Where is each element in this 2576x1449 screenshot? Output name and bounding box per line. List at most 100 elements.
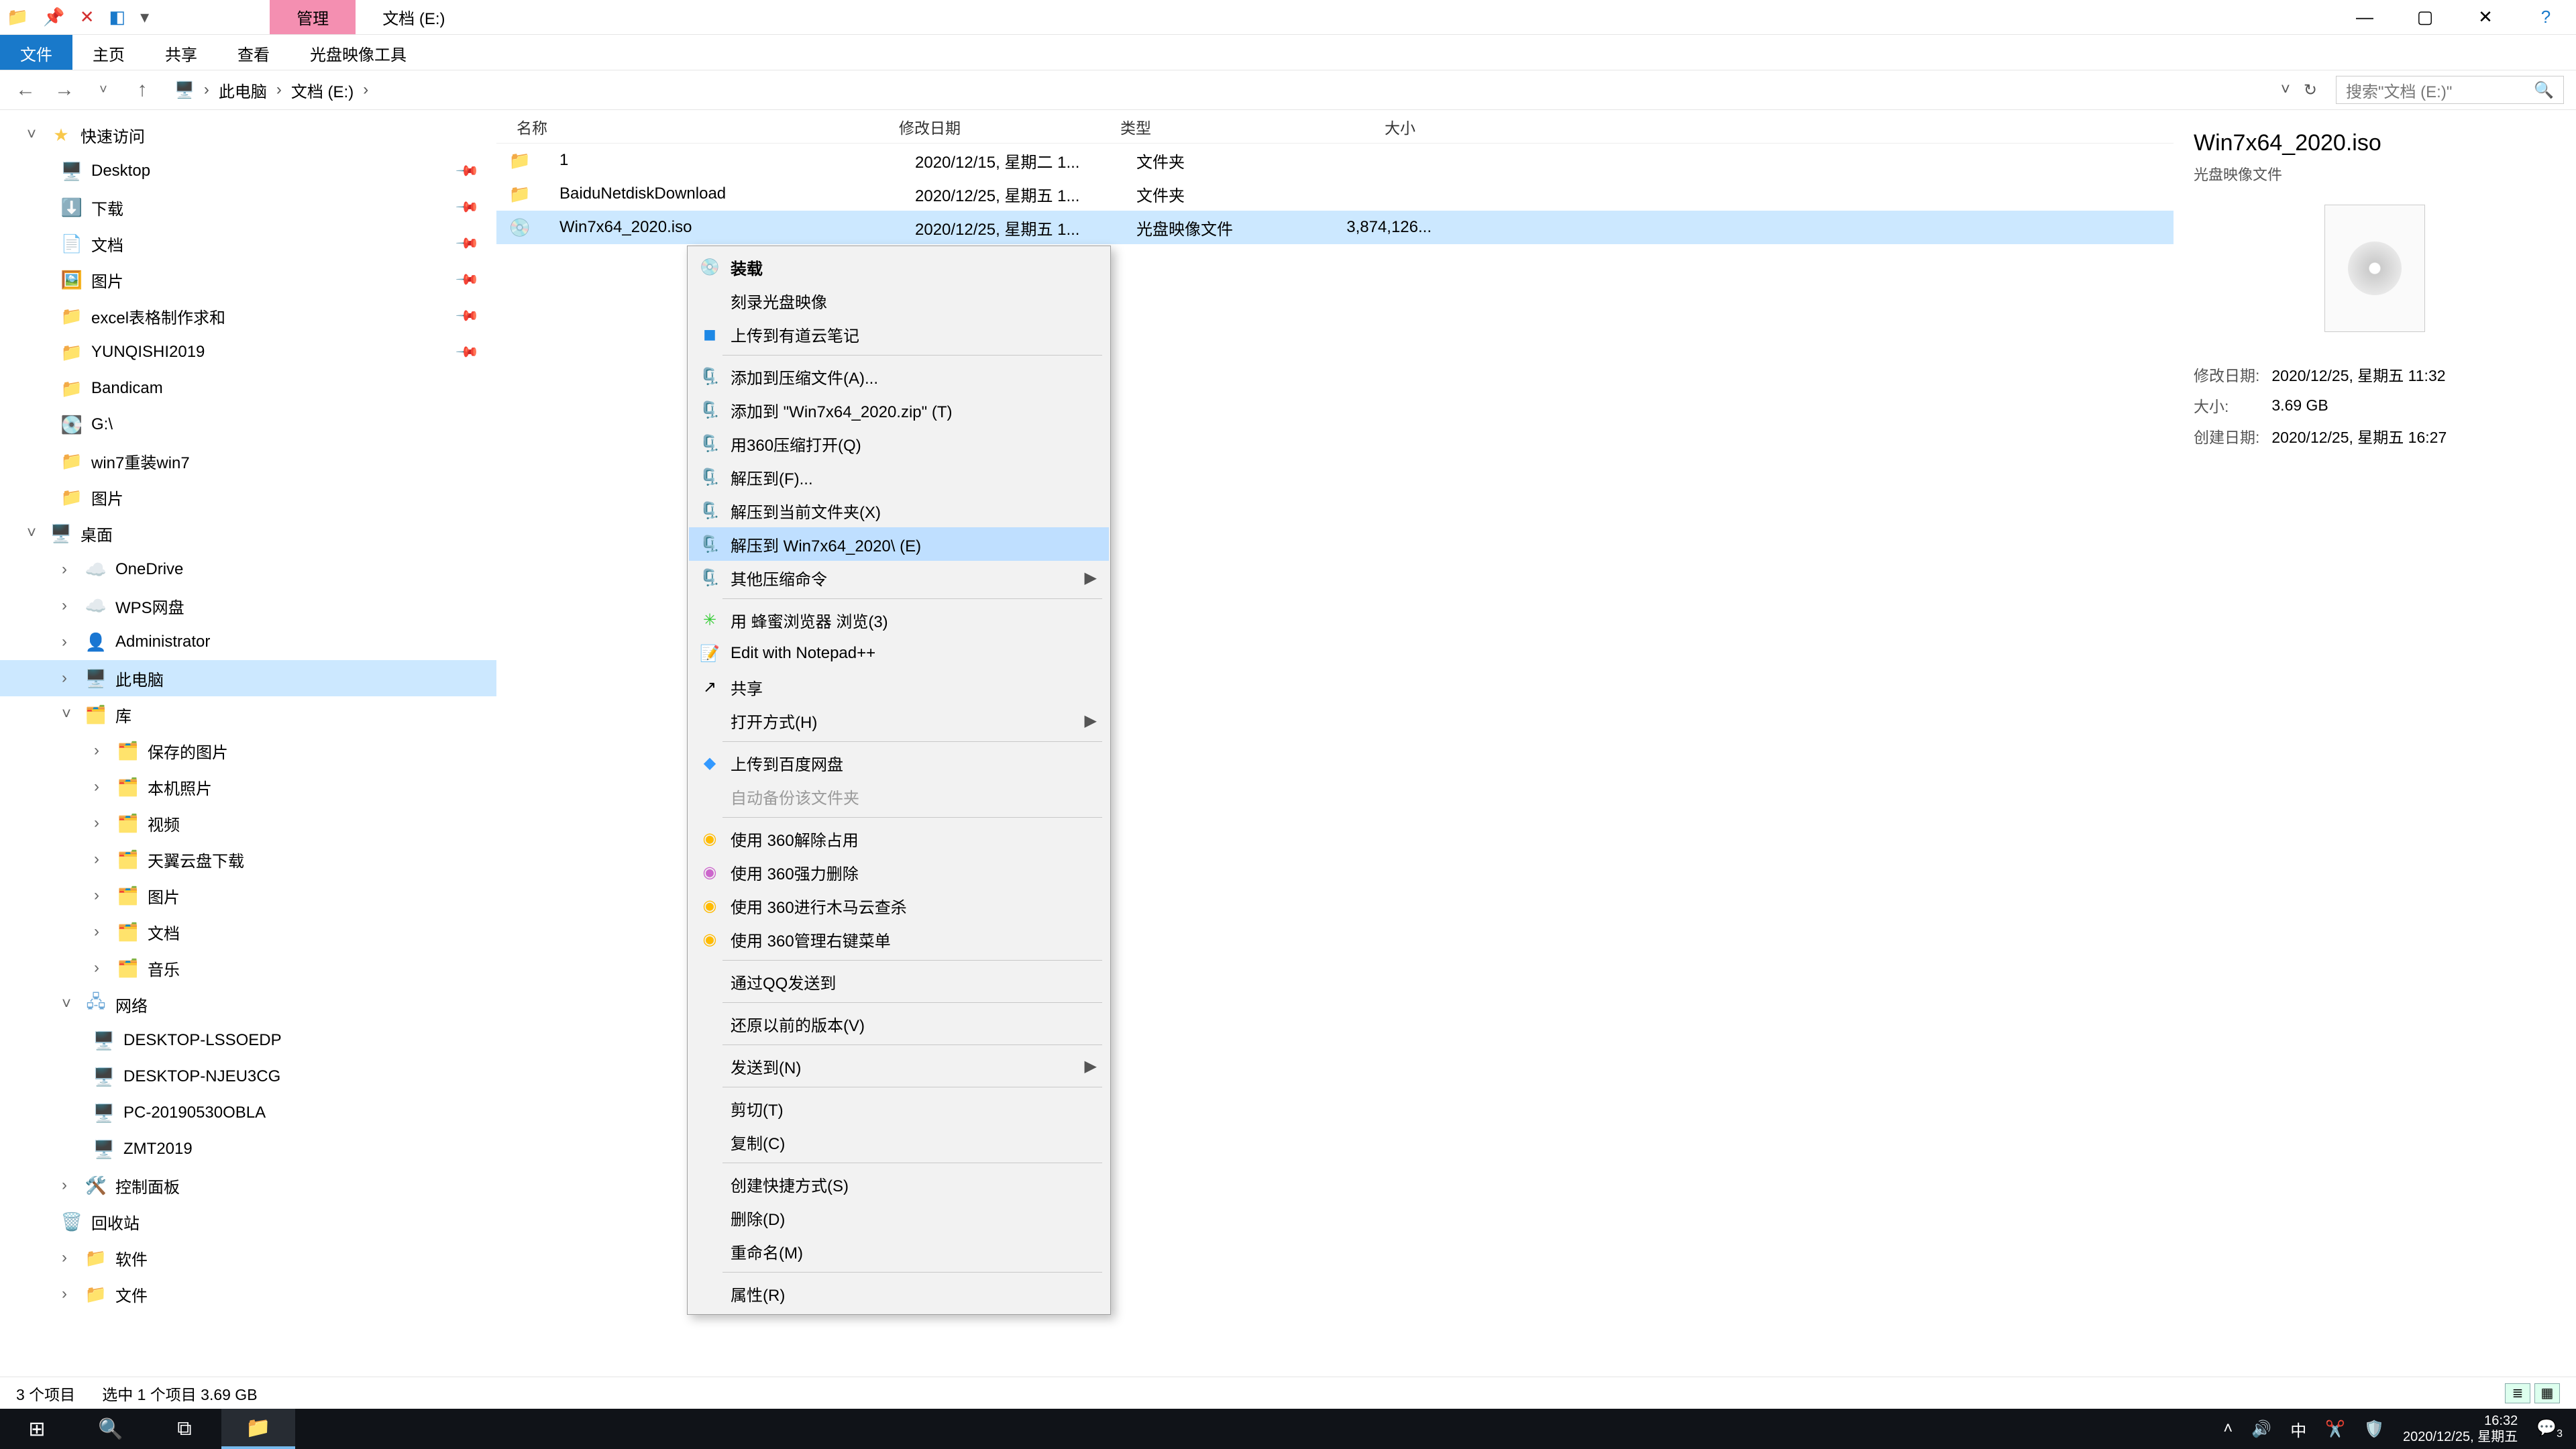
view-details-button[interactable]: ≣ <box>2505 1383 2530 1403</box>
cm-properties[interactable]: 属性(R) <box>689 1277 1109 1310</box>
tree-net-pc4[interactable]: 🖥️ZMT2019 <box>0 1131 496 1167</box>
tree-tianyi[interactable]: ›🗂️天翼云盘下载 <box>0 841 496 877</box>
tree-g-drive[interactable]: 💽G:\ <box>0 407 496 443</box>
tray-ime-indicator[interactable]: 中 <box>2290 1417 2306 1441</box>
qat-properties-icon[interactable]: ◧ <box>109 7 126 28</box>
file-row[interactable]: 📁 1 2020/12/15, 星期二 1... 文件夹 <box>496 144 2174 177</box>
breadcrumb[interactable]: 🖥️ › 此电脑 › 文档 (E:) › <box>168 78 2269 102</box>
col-header-name[interactable]: 名称 <box>496 115 899 138</box>
tree-libraries[interactable]: ˅🗂️库 <box>0 696 496 733</box>
cm-delete[interactable]: 删除(D) <box>689 1201 1109 1234</box>
tree-local-pictures[interactable]: ›🗂️本机照片 <box>0 769 496 805</box>
tree-wps[interactable]: ›☁️WPS网盘 <box>0 588 496 624</box>
tree-administrator[interactable]: ›👤Administrator <box>0 624 496 660</box>
close-button[interactable]: ✕ <box>2455 0 2516 34</box>
file-row[interactable]: 📁 BaiduNetdiskDownload 2020/12/25, 星期五 1… <box>496 177 2174 211</box>
col-header-date[interactable]: 修改日期 <box>899 115 1120 138</box>
tree-documents-lib[interactable]: ›🗂️文档 <box>0 914 496 950</box>
cm-add-archive[interactable]: 🗜️添加到压缩文件(A)... <box>689 360 1109 393</box>
cm-extract-to[interactable]: 🗜️解压到(F)... <box>689 460 1109 494</box>
tree-excel-folder[interactable]: 📁excel表格制作求和📌 <box>0 298 496 334</box>
tree-videos-lib[interactable]: ›🗂️视频 <box>0 805 496 841</box>
tree-desktop[interactable]: 🖥️Desktop📌 <box>0 153 496 189</box>
cm-rename[interactable]: 重命名(M) <box>689 1234 1109 1268</box>
qat-dropdown-icon[interactable]: ▾ <box>140 7 149 28</box>
search-input[interactable]: 搜索"文档 (E:)" 🔍 <box>2336 76 2564 104</box>
tree-control-panel[interactable]: ›🛠️控制面板 <box>0 1167 496 1203</box>
nav-up-icon[interactable]: ↑ <box>129 78 156 101</box>
cm-notepadpp[interactable]: 📝Edit with Notepad++ <box>689 637 1109 670</box>
expand-icon[interactable]: ˅ <box>27 125 42 144</box>
col-header-type[interactable]: 类型 <box>1120 115 1308 138</box>
tray-notifications-icon[interactable]: 💬3 <box>2536 1418 2563 1440</box>
tree-onedrive[interactable]: ›☁️OneDrive <box>0 551 496 588</box>
tray-overflow-icon[interactable]: ˄ <box>2223 1419 2233 1438</box>
tree-net-pc3[interactable]: 🖥️PC-20190530OBLA <box>0 1095 496 1131</box>
cm-open-360zip[interactable]: 🗜️用360压缩打开(Q) <box>689 427 1109 460</box>
cm-mount[interactable]: 💿装载 <box>689 250 1109 284</box>
minimize-button[interactable]: — <box>2334 0 2395 34</box>
tree-win7-folder[interactable]: 📁win7重装win7 <box>0 443 496 479</box>
qat-delete-icon[interactable]: ✕ <box>80 7 95 28</box>
tray-clock[interactable]: 16:32 2020/12/25, 星期五 <box>2403 1413 2518 1445</box>
cm-extract-here[interactable]: 🗜️解压到当前文件夹(X) <box>689 494 1109 527</box>
refresh-icon[interactable]: ↻ <box>2304 80 2317 100</box>
cm-create-shortcut[interactable]: 创建快捷方式(S) <box>689 1167 1109 1201</box>
tree-saved-pictures[interactable]: ›🗂️保存的图片 <box>0 733 496 769</box>
maximize-button[interactable]: ▢ <box>2395 0 2455 34</box>
tree-net-pc1[interactable]: 🖥️DESKTOP-LSSOEDP <box>0 1022 496 1059</box>
view-thumbnails-button[interactable]: ▦ <box>2534 1383 2560 1403</box>
cm-add-zip[interactable]: 🗜️添加到 "Win7x64_2020.zip" (T) <box>689 393 1109 427</box>
cm-cut[interactable]: 剪切(T) <box>689 1091 1109 1125</box>
expand-icon[interactable]: ˅ <box>62 705 76 724</box>
expand-icon[interactable]: › <box>62 669 76 688</box>
ribbon-tab-share[interactable]: 共享 <box>145 35 217 70</box>
cm-extract-named[interactable]: 🗜️解压到 Win7x64_2020\ (E) <box>689 527 1109 561</box>
tree-yunqishi-folder[interactable]: 📁YUNQISHI2019📌 <box>0 334 496 370</box>
tray-volume-icon[interactable]: 🔊 <box>2251 1419 2271 1439</box>
expand-icon[interactable]: ˅ <box>62 995 76 1014</box>
cm-360-unlock[interactable]: ◉使用 360解除占用 <box>689 822 1109 855</box>
ribbon-tab-file[interactable]: 文件 <box>0 35 72 70</box>
file-row-selected[interactable]: 💿 Win7x64_2020.iso 2020/12/25, 星期五 1... … <box>496 211 2174 244</box>
cm-360-trojan-scan[interactable]: ◉使用 360进行木马云查杀 <box>689 889 1109 922</box>
nav-forward-icon[interactable]: → <box>51 78 78 101</box>
qat-pin-icon[interactable]: 📌 <box>43 7 64 28</box>
tree-files-folder[interactable]: ›📁文件 <box>0 1276 496 1312</box>
cm-qq-send[interactable]: 通过QQ发送到 <box>689 965 1109 998</box>
tree-pictures[interactable]: 🖼️图片📌 <box>0 262 496 298</box>
search-button[interactable]: 🔍 <box>74 1409 148 1449</box>
cm-restore-previous[interactable]: 还原以前的版本(V) <box>689 1007 1109 1040</box>
cm-360-force-delete[interactable]: ◉使用 360强力删除 <box>689 855 1109 889</box>
tree-music-lib[interactable]: ›🗂️音乐 <box>0 950 496 986</box>
expand-icon[interactable]: › <box>62 560 76 579</box>
expand-icon[interactable]: › <box>62 596 76 615</box>
start-button[interactable]: ⊞ <box>0 1409 74 1449</box>
tree-desktop-root[interactable]: ˅🖥️桌面 <box>0 515 496 551</box>
tree-quick-access[interactable]: ˅★快速访问 <box>0 117 496 153</box>
cm-baidu-upload[interactable]: ◆上传到百度网盘 <box>689 746 1109 780</box>
expand-icon[interactable]: › <box>62 633 76 651</box>
ribbon-tab-view[interactable]: 查看 <box>217 35 290 70</box>
col-header-size[interactable]: 大小 <box>1308 115 1442 138</box>
tray-security-icon[interactable]: 🛡️ <box>2364 1419 2384 1439</box>
expand-icon[interactable]: ˅ <box>27 524 42 543</box>
tree-pictures2[interactable]: 📁图片 <box>0 479 496 515</box>
nav-back-icon[interactable]: ← <box>12 78 39 101</box>
cm-copy[interactable]: 复制(C) <box>689 1125 1109 1159</box>
cm-youdao[interactable]: ◼上传到有道云笔记 <box>689 317 1109 351</box>
help-button[interactable]: ? <box>2516 0 2576 34</box>
tree-net-pc2[interactable]: 🖥️DESKTOP-NJEU3CG <box>0 1059 496 1095</box>
taskbar-explorer[interactable]: 📁 <box>221 1409 295 1449</box>
tree-recycle-bin[interactable]: 🗑️回收站 <box>0 1203 496 1240</box>
nav-history-icon[interactable]: ˅ <box>90 83 117 98</box>
tray-screenshot-icon[interactable]: ✂️ <box>2325 1419 2345 1439</box>
cm-open-with[interactable]: 打开方式(H)▶ <box>689 704 1109 737</box>
tree-documents[interactable]: 📄文档📌 <box>0 225 496 262</box>
breadcrumb-this-pc[interactable]: 此电脑 <box>219 78 267 102</box>
tree-network[interactable]: ˅🖧网络 <box>0 986 496 1022</box>
tree-pictures-lib[interactable]: ›🗂️图片 <box>0 877 496 914</box>
contextual-tab-manage[interactable]: 管理 <box>270 0 356 34</box>
task-view-button[interactable]: ⧉ <box>148 1409 221 1449</box>
cm-burn[interactable]: 刻录光盘映像 <box>689 284 1109 317</box>
